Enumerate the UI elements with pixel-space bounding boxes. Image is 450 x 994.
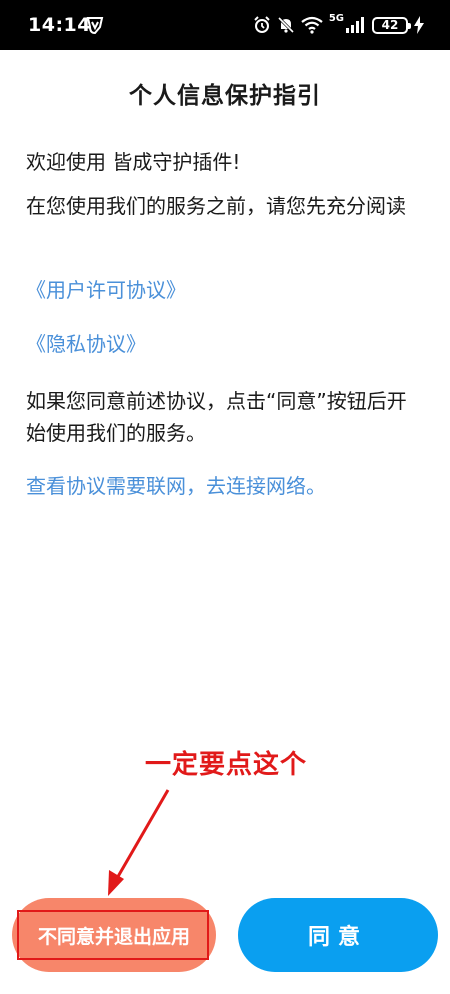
- status-bar: 14:14 5G 42: [0, 0, 450, 50]
- page-title: 个人信息保护指引: [129, 83, 321, 109]
- annotation-text: 一定要点这个: [145, 750, 308, 780]
- disagree-exit-button[interactable]: 不同意并退出应用: [12, 898, 216, 972]
- mute-icon: [277, 16, 294, 34]
- agree-button[interactable]: 同意: [238, 898, 438, 972]
- connect-network-link[interactable]: 查看协议需要联网，去连接网络。: [26, 470, 426, 502]
- status-time: 14:14: [28, 14, 91, 36]
- shield-icon: [86, 17, 104, 34]
- agree-hint-text: 如果您同意前述协议，点击“同意”按钮后开始使用我们的服务。: [26, 389, 407, 445]
- privacy-agreement-link[interactable]: 《隐私协议》: [26, 328, 426, 360]
- status-icons: 5G 42: [253, 13, 424, 37]
- signal-icon: [346, 17, 364, 33]
- battery-level: 42: [381, 18, 399, 32]
- charging-icon: [414, 16, 424, 34]
- welcome-text: 欢迎使用 皆成守护插件!: [26, 150, 241, 174]
- network-type: 5G: [328, 13, 344, 24]
- read-before-use-text: 在您使用我们的服务之前，请您先充分阅读: [26, 194, 406, 218]
- wifi-icon: [301, 16, 323, 34]
- battery-icon: 42: [372, 16, 411, 34]
- user-agreement-link[interactable]: 《用户许可协议》: [26, 274, 426, 306]
- alarm-icon: [254, 16, 270, 33]
